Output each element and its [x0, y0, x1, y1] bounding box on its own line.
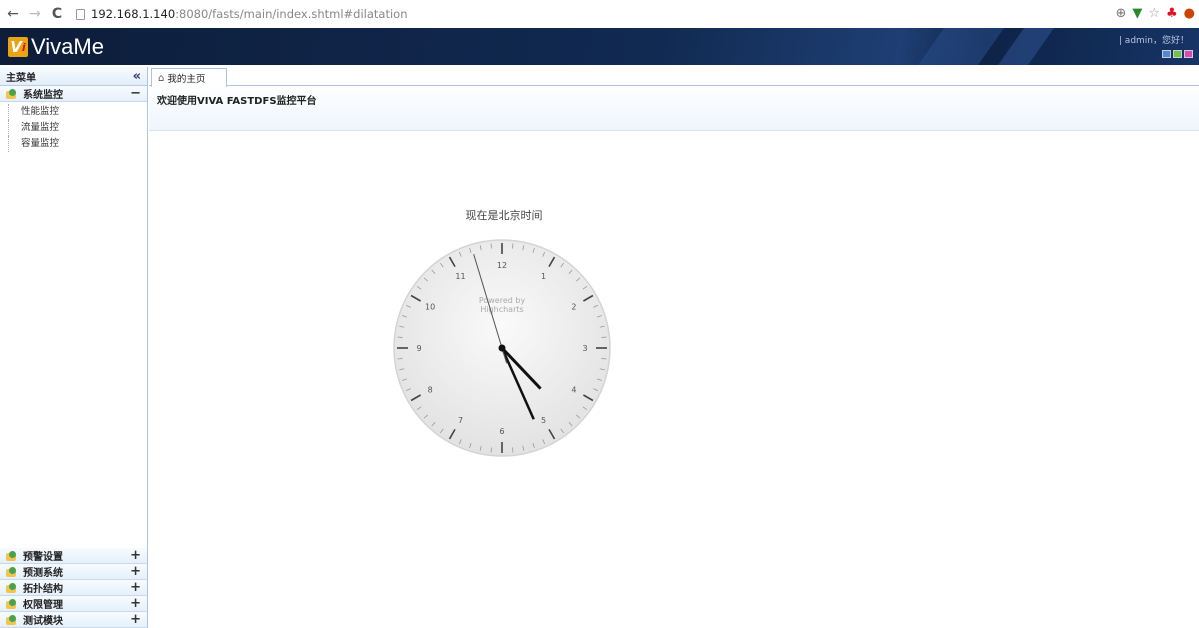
module-icon — [6, 598, 18, 609]
browser-toolbar: ← → C 192.168.1.140:8080/fasts/main/inde… — [0, 0, 1199, 28]
clock-number: 4 — [571, 386, 576, 395]
url-path: :8080/fasts/main/index.shtml#dilatation — [175, 7, 408, 21]
theme-switcher — [1162, 50, 1193, 58]
app-header: Vi VivaMe | admin，您好！ — [0, 28, 1199, 65]
clock-minor-tick — [512, 243, 514, 249]
address-bar[interactable]: 192.168.1.140:8080/fasts/main/index.shtm… — [76, 7, 408, 21]
clock-number: 7 — [458, 416, 463, 425]
group-toggle[interactable]: − — [130, 86, 141, 102]
clock-minor-tick — [397, 336, 403, 338]
clock-minor-tick — [397, 358, 403, 360]
app-logo: Vi VivaMe — [8, 34, 104, 60]
sidebar: 主菜单 « 系统监控 − 性能监控 流量监控 容量监控 预警设置 + 预测系统 … — [0, 67, 148, 628]
clock-minor-tick — [490, 243, 492, 249]
group-toggle[interactable]: + — [130, 564, 141, 580]
forward-arrow-icon[interactable]: → — [26, 6, 44, 22]
sidebar-group-testing[interactable]: 测试模块 + — [0, 612, 147, 628]
module-icon — [6, 550, 18, 561]
module-icon — [6, 582, 18, 593]
page-icon — [76, 8, 85, 20]
home-icon: ⌂ — [158, 72, 165, 84]
group-label: 系统监控 — [23, 90, 63, 101]
app-name: VivaMe — [31, 34, 104, 59]
module-icon — [6, 614, 18, 625]
group-toggle[interactable]: + — [130, 596, 141, 612]
sidebar-group-permissions[interactable]: 权限管理 + — [0, 596, 147, 612]
sidebar-group-topology[interactable]: 拓扑结构 + — [0, 580, 147, 596]
clock-minor-tick — [490, 447, 492, 453]
main-content: ⌂ 我的主页 欢迎使用VIVA FASTDFS监控平台 现在是北京时间 1234… — [149, 67, 1199, 628]
clock-widget: 现在是北京时间 1 2 3 4 5 6 7 8 9 10 11 12 Powered by Highc… — [389, 207, 619, 467]
clock-minor-tick — [601, 336, 607, 338]
sidebar-header: 主菜单 « — [0, 67, 147, 86]
clock-watermark: Powered by — [479, 296, 526, 305]
group-toggle[interactable]: + — [130, 548, 141, 564]
group-label: 预警设置 — [23, 552, 63, 563]
back-arrow-icon[interactable]: ← — [4, 6, 22, 22]
group-label: 预测系统 — [23, 568, 63, 579]
clock-title: 现在是北京时间 — [465, 209, 543, 222]
sidebar-group-system-monitor[interactable]: 系统监控 − — [0, 86, 147, 102]
reload-icon[interactable]: C — [48, 6, 66, 22]
theme-pink-button[interactable] — [1184, 50, 1193, 58]
clock-watermark: Highcharts — [480, 305, 523, 314]
clock-minor-tick — [601, 358, 607, 360]
clock-number: 2 — [571, 303, 576, 312]
group-toggle[interactable]: + — [130, 580, 141, 596]
extension-icon[interactable]: ♣ — [1166, 6, 1178, 21]
extension-2-icon[interactable]: ● — [1184, 6, 1195, 21]
zoom-icon[interactable]: ⊕ — [1115, 6, 1126, 21]
user-greeting: | admin，您好！ — [1118, 36, 1189, 46]
sidebar-item-performance[interactable]: 性能监控 — [8, 104, 147, 120]
clock-number: 10 — [425, 303, 435, 312]
sidebar-item-capacity[interactable]: 容量监控 — [8, 136, 147, 152]
tab-label: 我的主页 — [167, 74, 206, 85]
theme-green-button[interactable] — [1173, 50, 1182, 58]
theme-blue-button[interactable] — [1162, 50, 1171, 58]
clock-number: 11 — [455, 272, 465, 281]
group-toggle[interactable]: + — [130, 612, 141, 628]
sidebar-item-traffic[interactable]: 流量监控 — [8, 120, 147, 136]
sidebar-title: 主菜单 — [6, 72, 36, 84]
sidebar-group-forecast[interactable]: 预测系统 + — [0, 564, 147, 580]
sidebar-group-alerts[interactable]: 预警设置 + — [0, 548, 147, 564]
sub-menu: 性能监控 流量监控 容量监控 — [0, 102, 147, 152]
clock-number: 5 — [541, 416, 546, 425]
collapse-sidebar-button[interactable]: « — [133, 69, 141, 84]
clock-number: 9 — [416, 344, 421, 353]
tab-bar: ⌂ 我的主页 — [149, 67, 1199, 87]
module-icon — [6, 566, 18, 577]
bookmark-star-icon[interactable]: ☆ — [1148, 6, 1160, 21]
clock-minor-tick — [512, 447, 514, 453]
logo-mark-icon: Vi — [8, 37, 28, 57]
group-label: 测试模块 — [23, 616, 63, 627]
clock-center-pin — [498, 344, 506, 352]
clock-number: 12 — [497, 261, 507, 270]
clock-number: 6 — [499, 427, 504, 436]
tab-home[interactable]: ⌂ 我的主页 — [151, 68, 227, 87]
shield-extension-icon[interactable]: ▼ — [1132, 6, 1142, 21]
analog-clock: 123456789101112 Powered by Highcharts — [393, 239, 611, 457]
group-label: 权限管理 — [23, 600, 63, 611]
clock-number: 8 — [428, 386, 433, 395]
welcome-banner: 欢迎使用VIVA FASTDFS监控平台 — [149, 86, 1199, 131]
group-label: 拓扑结构 — [23, 584, 63, 595]
clock-number: 3 — [582, 344, 587, 353]
clock-number: 1 — [541, 272, 546, 281]
module-icon — [6, 88, 18, 99]
url-host: 192.168.1.140 — [91, 7, 176, 21]
